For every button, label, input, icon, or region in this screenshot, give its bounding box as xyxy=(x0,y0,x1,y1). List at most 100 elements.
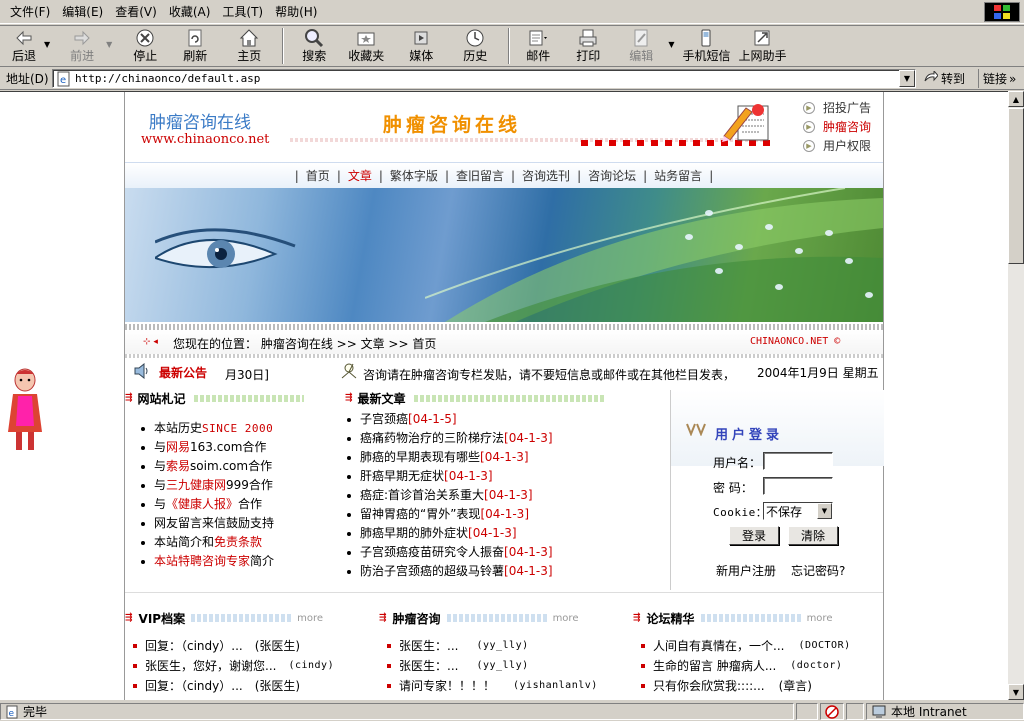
water-drop xyxy=(765,224,773,230)
header-link-consult[interactable]: ▶ 肿瘤咨询 xyxy=(803,117,871,136)
forum-item[interactable]: 人间自有真情在，一个... (DOCTOR) xyxy=(641,636,851,656)
menu-file[interactable]: 文件(F) xyxy=(4,1,56,23)
clear-button[interactable]: 清除 xyxy=(788,526,838,545)
notes-item[interactable]: 与《健康人报》 合作 xyxy=(141,495,274,514)
articles-list: 子宫颈癌 [04-1-5] 癌痛药物治疗的三阶梯疗法 [04-1-3] 肺癌的早期表… xyxy=(347,410,553,581)
article-item[interactable]: 子宫颈癌 [04-1-5] xyxy=(347,410,553,429)
article-item[interactable]: 肝癌早期无症状 [04-1-3] xyxy=(347,467,553,486)
article-item[interactable]: 癌症:首诊首治关系重大 [04-1-3] xyxy=(347,486,553,505)
print-button[interactable]: 打印 xyxy=(560,26,616,66)
go-button[interactable]: 转到 xyxy=(924,69,965,88)
notes-item[interactable]: 与网易 163.com合作 xyxy=(141,438,274,457)
forgot-password-link[interactable]: 忘记密码? xyxy=(791,562,845,579)
password-input[interactable] xyxy=(763,477,833,495)
scroll-down-icon[interactable]: ▼ xyxy=(1008,684,1024,700)
stop-button[interactable]: 停止 xyxy=(122,26,168,66)
page-viewport: 肿瘤咨询在线 www.chinaonco.net 肿瘤咨询在线 ▶ 招投广告 ▶ 肿… xyxy=(0,91,1008,700)
vip-item[interactable]: 回复：（cindy）... (张医生) xyxy=(133,676,334,696)
article-item[interactable]: 癌痛药物治疗的三阶梯疗法 [04-1-3] xyxy=(347,429,553,448)
login-button[interactable]: 登录 xyxy=(729,526,779,545)
register-link[interactable]: 新用户注册 xyxy=(716,562,776,579)
menu-favorites[interactable]: 收藏(A) xyxy=(163,1,217,23)
notes-item[interactable]: 与三九健康网 999合作 xyxy=(141,476,274,495)
mobile-phone-icon xyxy=(696,28,716,48)
site-logo-url[interactable]: www.chinaonco.net xyxy=(141,132,269,147)
consult-more-link[interactable]: more xyxy=(553,613,579,624)
refresh-icon xyxy=(185,28,205,48)
vip-more-link[interactable]: more xyxy=(297,613,323,624)
notes-item[interactable]: 本站历史 SINCE 2000 xyxy=(141,419,274,438)
links-button[interactable]: 链接» xyxy=(978,69,1016,88)
article-item[interactable]: 肺癌早期的肺外症状 [04-1-3] xyxy=(347,524,553,543)
notes-item[interactable]: 网友留言来信鼓励支持 xyxy=(141,514,274,533)
forum-item[interactable]: 只有你会欣赏我::::... (章言) xyxy=(641,676,851,696)
history-button[interactable]: 历史 xyxy=(448,26,502,66)
forum-item[interactable]: 生命的留言 肿瘤病人... (doctor) xyxy=(641,656,851,676)
scroll-thumb[interactable] xyxy=(1008,108,1024,264)
edit-dropdown-icon[interactable]: ▼ xyxy=(668,40,674,49)
browser-window: 文件(F) 编辑(E) 查看(V) 收藏(A) 工具(T) 帮助(H) 后退 ▼… xyxy=(0,0,1024,721)
edit-button[interactable]: 编辑 xyxy=(616,26,666,66)
zone-cell: 本地 Intranet xyxy=(866,703,1024,720)
announcement-message[interactable]: 咨询请在肿瘤咨询专栏发贴，请不要短信息或邮件或在其他栏目发表， xyxy=(363,366,735,383)
address-url[interactable]: http://chinaonco/default.asp xyxy=(75,72,260,85)
nav-home[interactable]: 首页 xyxy=(299,167,337,184)
article-item[interactable]: 子宫颈癌疫苗研究令人振奋 [04-1-3] xyxy=(347,543,553,562)
nav-traditional[interactable]: 繁体字版 xyxy=(383,167,445,184)
site-logo-cn[interactable]: 肿瘤咨询在线 xyxy=(149,108,251,133)
home-button[interactable]: 主页 xyxy=(222,26,276,66)
nav-old-messages[interactable]: 查旧留言 xyxy=(449,167,511,184)
menu-edit[interactable]: 编辑(E) xyxy=(56,1,109,23)
favorites-button[interactable]: 收藏夹 xyxy=(338,26,394,66)
helper-button[interactable]: 上网助手 xyxy=(734,26,790,66)
nav-selected[interactable]: 咨询选刊 xyxy=(515,167,577,184)
current-date: 2004年1月9日 星期五 xyxy=(757,366,879,380)
double-arrow-icon: ⇶ xyxy=(633,613,641,623)
nav-articles[interactable]: 文章 xyxy=(341,167,379,184)
forward-dropdown-icon[interactable]: ▼ xyxy=(106,40,112,49)
media-icon xyxy=(411,28,431,48)
refresh-button[interactable]: 刷新 xyxy=(168,26,222,66)
menu-help[interactable]: 帮助(H) xyxy=(269,1,323,23)
breadcrumb-row: ⊹ ◂ 您现在的位置： 肿瘤咨询在线 >> 文章 >> 首页 CHINAONCO… xyxy=(125,330,883,354)
username-input[interactable] xyxy=(763,452,833,470)
status-empty-cell xyxy=(846,703,864,720)
vip-item[interactable]: 回复：（cindy）... (张医生) xyxy=(133,636,334,656)
vertical-scrollbar[interactable]: ▲ ▼ xyxy=(1008,91,1024,700)
menu-view[interactable]: 查看(V) xyxy=(109,1,163,23)
forum-more-link[interactable]: more xyxy=(807,613,833,624)
header-link-permissions[interactable]: ▶ 用户权限 xyxy=(803,136,871,155)
water-drop xyxy=(825,230,833,236)
forward-button[interactable]: 前进 xyxy=(60,26,104,66)
back-button[interactable]: 后退 xyxy=(6,26,42,66)
nav-forum[interactable]: 咨询论坛 xyxy=(581,167,643,184)
nav-site-messages[interactable]: 站务留言 xyxy=(647,167,709,184)
article-item[interactable]: 留神胃癌的“胃外”表现 [04-1-3] xyxy=(347,505,553,524)
status-text-cell: e 完毕 xyxy=(0,703,794,720)
search-button[interactable]: 搜索 xyxy=(290,26,338,66)
header-link-ads[interactable]: ▶ 招投广告 xyxy=(803,98,871,117)
scroll-up-icon[interactable]: ▲ xyxy=(1008,91,1024,107)
vip-item[interactable]: 张医生，您好，谢谢您... (cindy) xyxy=(133,656,334,676)
notes-item[interactable]: 本站简介和 免责条款 xyxy=(141,533,274,552)
consult-item[interactable]: 张医生：... (yy_lly) xyxy=(387,636,598,656)
address-dropdown-icon[interactable]: ▼ xyxy=(899,70,915,87)
sms-button[interactable]: 手机短信 xyxy=(678,26,734,66)
chevron-right-icon: » xyxy=(1009,71,1017,86)
consult-item[interactable]: 张医生：... (yy_lly) xyxy=(387,656,598,676)
article-item[interactable]: 肺癌的早期表现有哪些 [04-1-3] xyxy=(347,448,553,467)
announcement-ticker[interactable]: 月30日] xyxy=(225,366,269,383)
menu-tools[interactable]: 工具(T) xyxy=(216,1,269,23)
back-dropdown-icon[interactable]: ▼ xyxy=(44,40,50,49)
mail-button[interactable]: 邮件 xyxy=(516,26,560,66)
cookie-select[interactable]: 不保存 ▼ xyxy=(763,502,833,520)
breadcrumb-path[interactable]: 肿瘤咨询在线 >> 文章 >> 首页 xyxy=(261,337,436,351)
notes-item[interactable]: 本站特聘咨询专家 简介 xyxy=(141,552,274,571)
notes-item[interactable]: 与索易 soim.com合作 xyxy=(141,457,274,476)
home-icon xyxy=(239,28,259,48)
article-item[interactable]: 防治子宫颈癌的超级马铃薯 [04-1-3] xyxy=(347,562,553,581)
address-input[interactable]: e http://chinaonco/default.asp ▼ xyxy=(52,69,916,88)
consult-item[interactable]: 请问专家！！！！ (yishanlanlv) xyxy=(387,676,598,696)
water-drop xyxy=(775,284,783,290)
media-button[interactable]: 媒体 xyxy=(394,26,448,66)
